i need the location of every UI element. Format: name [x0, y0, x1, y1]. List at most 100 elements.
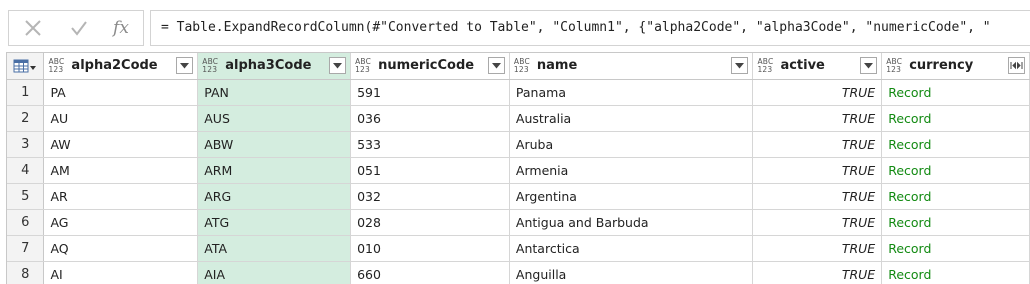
cell-currency[interactable]: Record: [881, 209, 1030, 236]
formula-bar: fx = Table.ExpandRecordColumn(#"Converte…: [0, 0, 1030, 52]
column-header-label: alpha3Code: [225, 58, 312, 74]
cell-alpha3Code[interactable]: ATG: [197, 209, 352, 236]
expand-column-icon[interactable]: [1008, 57, 1025, 75]
cell-currency[interactable]: Record: [881, 105, 1030, 132]
chevron-down-icon[interactable]: [329, 57, 347, 75]
cell-alpha2Code[interactable]: AU: [43, 105, 199, 132]
cell-alpha2Code[interactable]: AW: [43, 131, 199, 158]
type-badge-bottom: 123: [757, 64, 773, 74]
cell-currency[interactable]: Record: [881, 261, 1030, 284]
cell-active[interactable]: TRUE: [752, 79, 883, 106]
column-header-name[interactable]: ABC 123 name: [509, 53, 754, 80]
table-row: 7 AQ ATA 010 Antarctica TRUE Record: [7, 235, 1030, 262]
table-row: 6 AG ATG 028 Antigua and Barbuda TRUE Record: [7, 209, 1030, 236]
cell-currency[interactable]: Record: [881, 79, 1030, 106]
cell-alpha2Code[interactable]: AI: [43, 261, 199, 284]
table-row: 4 AM ARM 051 Armenia TRUE Record: [7, 157, 1030, 184]
table-icon[interactable]: [7, 53, 43, 78]
row-number[interactable]: 1: [7, 79, 45, 106]
chevron-down-icon[interactable]: [487, 57, 505, 75]
cell-active[interactable]: TRUE: [752, 209, 883, 236]
cell-alpha3Code[interactable]: ATA: [197, 235, 352, 262]
type-badge-bottom: 123: [886, 64, 902, 74]
table-row: 1 PA PAN 591 Panama TRUE Record: [7, 79, 1030, 106]
cell-active[interactable]: TRUE: [752, 131, 883, 158]
any-type-icon[interactable]: ABC 123: [48, 57, 64, 74]
cell-currency[interactable]: Record: [881, 183, 1030, 210]
cell-name[interactable]: Armenia: [509, 157, 754, 184]
cell-alpha2Code[interactable]: PA: [43, 79, 199, 106]
cell-numericCode[interactable]: 591: [350, 79, 510, 106]
cell-numericCode[interactable]: 032: [350, 183, 510, 210]
chevron-down-icon[interactable]: [860, 57, 878, 75]
cell-name[interactable]: Anguilla: [509, 261, 754, 284]
cell-currency[interactable]: Record: [881, 131, 1030, 158]
cell-alpha2Code[interactable]: AG: [43, 209, 199, 236]
chevron-down-icon[interactable]: [731, 57, 749, 75]
cell-currency[interactable]: Record: [881, 157, 1030, 184]
close-icon[interactable]: [13, 11, 53, 45]
type-badge-bottom: 123: [355, 64, 370, 74]
cell-alpha2Code[interactable]: AQ: [43, 235, 199, 262]
cell-active[interactable]: TRUE: [752, 235, 883, 262]
column-header-content: ABC 123 numericCode: [351, 53, 508, 78]
row-number[interactable]: 3: [7, 131, 45, 158]
column-header-content: ABC 123 name: [510, 53, 752, 78]
row-number[interactable]: 2: [7, 105, 45, 132]
row-number[interactable]: 4: [7, 157, 45, 184]
cell-name[interactable]: Aruba: [509, 131, 754, 158]
cell-numericCode[interactable]: 660: [350, 261, 510, 284]
cell-name[interactable]: Antigua and Barbuda: [509, 209, 754, 236]
cell-alpha3Code[interactable]: PAN: [197, 79, 352, 106]
column-header-content: ABC 123 alpha2Code: [44, 53, 196, 78]
column-header-active[interactable]: ABC 123 active: [752, 53, 883, 80]
function-icon[interactable]: fx: [101, 11, 141, 45]
cell-active[interactable]: TRUE: [752, 183, 883, 210]
table-body: 1 PA PAN 591 Panama TRUE Record 2 AU AUS 036 Austra…: [7, 79, 1030, 284]
cell-alpha2Code[interactable]: AR: [43, 183, 199, 210]
any-type-icon[interactable]: ABC 123: [202, 57, 218, 74]
column-header-content: ABC 123 active: [753, 53, 880, 78]
cell-alpha3Code[interactable]: ABW: [197, 131, 352, 158]
table-row: 8 AI AIA 660 Anguilla TRUE Record: [7, 261, 1030, 284]
cell-alpha3Code[interactable]: AIA: [197, 261, 352, 284]
cell-currency[interactable]: Record: [881, 235, 1030, 262]
any-type-icon[interactable]: ABC 123: [513, 57, 530, 74]
table-menu-corner[interactable]: [7, 53, 45, 80]
column-header-alpha3Code[interactable]: ABC 123 alpha3Code: [197, 53, 352, 80]
cell-active[interactable]: TRUE: [752, 105, 883, 132]
any-type-icon[interactable]: ABC 123: [886, 57, 902, 74]
column-header-numericCode[interactable]: ABC 123 numericCode: [350, 53, 510, 80]
type-badge-bottom: 123: [513, 64, 529, 74]
row-number[interactable]: 5: [7, 183, 45, 210]
cell-numericCode[interactable]: 010: [350, 235, 510, 262]
cell-numericCode[interactable]: 036: [350, 105, 510, 132]
row-number[interactable]: 7: [7, 235, 45, 262]
cell-numericCode[interactable]: 051: [350, 157, 510, 184]
column-header-content: ABC 123 alpha3Code: [198, 53, 349, 78]
formula-input[interactable]: = Table.ExpandRecordColumn(#"Converted t…: [150, 10, 1030, 46]
cell-active[interactable]: TRUE: [752, 261, 883, 284]
data-table: ABC 123 alpha2Code ABC 123 alpha3Code ABC 123 nu…: [7, 53, 1030, 284]
column-header-currency[interactable]: ABC 123 currency: [881, 53, 1030, 80]
table-row: 3 AW ABW 533 Aruba TRUE Record: [7, 131, 1030, 158]
cell-name[interactable]: Panama: [509, 79, 754, 106]
cell-name[interactable]: Australia: [509, 105, 754, 132]
any-type-icon[interactable]: ABC 123: [355, 57, 371, 74]
cell-alpha3Code[interactable]: ARG: [197, 183, 352, 210]
row-number[interactable]: 6: [7, 209, 45, 236]
cell-active[interactable]: TRUE: [752, 157, 883, 184]
column-header-alpha2Code[interactable]: ABC 123 alpha2Code: [43, 53, 199, 80]
checkmark-icon[interactable]: [59, 11, 99, 45]
chevron-down-icon[interactable]: [176, 57, 194, 75]
cell-numericCode[interactable]: 533: [350, 131, 510, 158]
column-header-label: currency: [909, 58, 974, 74]
row-number[interactable]: 8: [7, 261, 45, 284]
cell-name[interactable]: Argentina: [509, 183, 754, 210]
cell-alpha3Code[interactable]: ARM: [197, 157, 352, 184]
cell-alpha3Code[interactable]: AUS: [197, 105, 352, 132]
any-type-icon[interactable]: ABC 123: [757, 57, 773, 74]
cell-numericCode[interactable]: 028: [350, 209, 510, 236]
cell-name[interactable]: Antarctica: [509, 235, 754, 262]
cell-alpha2Code[interactable]: AM: [43, 157, 199, 184]
